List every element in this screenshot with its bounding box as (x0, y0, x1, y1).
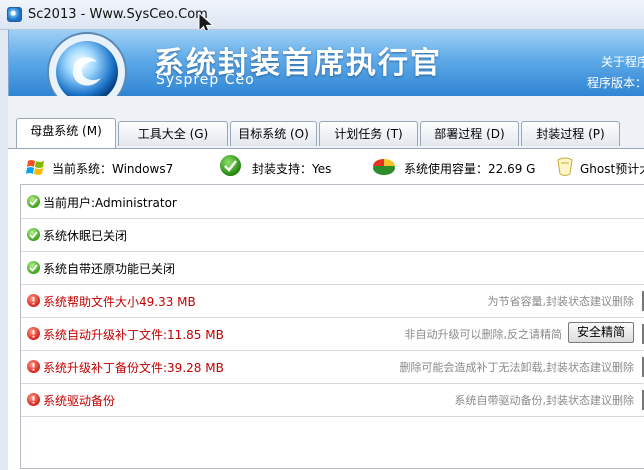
ghost-estimate-label: Ghost预计大 (580, 162, 644, 176)
window-title: Sc2013 - Www.SysCeo.Com (28, 7, 208, 22)
item-text: 当前用户:Administrator (43, 196, 177, 210)
item-text: 系统驱动备份 (43, 394, 116, 408)
warning-icon (27, 393, 40, 406)
item-hint: 非自动升级可以删除,反之请精简 (404, 328, 563, 341)
about-link[interactable]: 关于程序 (601, 53, 644, 70)
tab-target-system[interactable]: 目标系统 (O) (230, 121, 317, 146)
list-item: 系统自带还原功能已关闭 (21, 251, 644, 285)
header-banner: 系统封装首席执行官 Sysprep Ceo 关于程序 程序版本：1 (8, 30, 644, 112)
tab-deploy-process[interactable]: 部署过程 (D) (420, 121, 519, 146)
warning-icon (27, 327, 40, 340)
check-circle-icon (220, 155, 241, 176)
list-item: 当前用户:Administrator (21, 185, 644, 219)
check-icon (27, 195, 40, 208)
app-icon (7, 7, 22, 22)
safe-clean-button[interactable]: 安全精简 (568, 322, 634, 343)
tab-scheduled-tasks[interactable]: 计划任务 (T) (319, 121, 418, 146)
package-support-label: 封装支持：Yes (252, 162, 332, 176)
item-text: 系统升级补丁备份文件:39.28 MB (43, 361, 224, 375)
system-status-bar: 当前系统：Windows7 封装支持：Yes 系统使用容量：22.69 G Gh… (8, 154, 644, 182)
warning-icon (27, 294, 40, 307)
tab-tools[interactable]: 工具大全 (G) (118, 121, 228, 146)
item-hint: 删除可能会造成补丁无法卸载,封装状态建议删除 (399, 361, 635, 374)
item-text: 系统休眠已关闭 (43, 229, 128, 243)
warning-icon (27, 360, 40, 373)
app-subtitle: Sysprep Ceo (156, 72, 255, 88)
list-item: 系统驱动备份 系统自带驱动备份,封装状态建议删除 (21, 383, 644, 417)
check-icon (27, 261, 40, 274)
disk-usage-label: 系统使用容量：22.69 G (404, 162, 536, 176)
item-hint: 系统自带驱动备份,封装状态建议删除 (454, 394, 635, 407)
version-label: 程序版本：1 (587, 76, 644, 90)
list-item: 系统自动升级补丁文件:11.85 MB 非自动升级可以删除,反之请精简 安全精简 (21, 317, 644, 351)
windows-logo-icon (26, 160, 44, 175)
tab-master-system[interactable]: 母盘系统 (M) (16, 118, 116, 148)
item-text: 系统自带还原功能已关闭 (43, 262, 176, 276)
check-icon (27, 228, 40, 241)
current-os-label: 当前系统：Windows7 (52, 162, 174, 176)
list-item: 系统休眠已关闭 (21, 218, 644, 252)
pie-chart-icon (373, 159, 395, 175)
list-item: 系统升级补丁备份文件:39.28 MB 删除可能会造成补丁无法卸载,封装状态建议… (21, 350, 644, 384)
tab-package-process[interactable]: 封装过程 (P) (521, 121, 620, 146)
item-text: 系统帮助文件大小49.33 MB (43, 295, 196, 309)
item-text: 系统自动升级补丁文件:11.85 MB (43, 328, 224, 342)
title-bar: Sc2013 - Www.SysCeo.Com (0, 0, 644, 36)
item-hint: 为节省容量,封装状态建议删除 (487, 295, 635, 308)
check-list: 当前用户:Administrator 系统休眠已关闭 系统自带还原功能已关闭 系… (20, 184, 644, 469)
list-item: 系统帮助文件大小49.33 MB 为节省容量,封装状态建议删除 (21, 284, 644, 318)
ghost-icon (557, 157, 573, 176)
